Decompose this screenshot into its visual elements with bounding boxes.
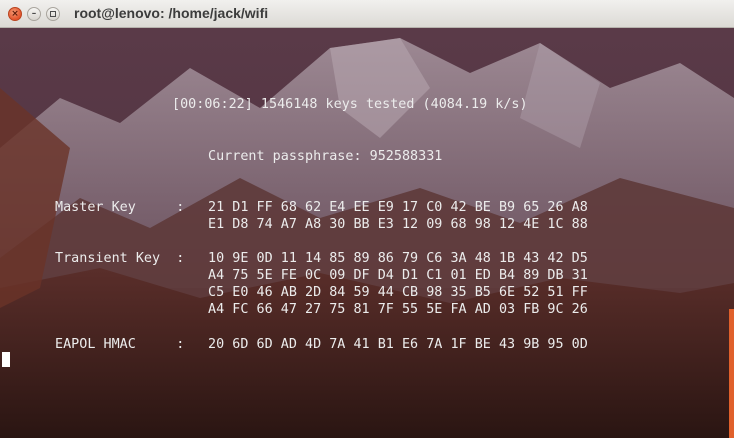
terminal-window: × – root@lenovo: /home/jack/wifi [00:06:… [0, 0, 734, 438]
scrollbar-thumb[interactable] [729, 309, 734, 438]
mountain-wallpaper [0, 28, 734, 438]
master-key-row: 21 D1 FF 68 62 E4 EE E9 17 C0 42 BE B9 6… [208, 200, 588, 215]
transient-key-row: C5 E0 46 AB 2D 84 59 44 CB 98 35 B5 6E 5… [208, 285, 588, 300]
eapol-hmac-value: 20 6D 6D AD 4D 7A 41 B1 E6 7A 1F BE 43 9… [208, 337, 588, 352]
eapol-hmac-label: EAPOL HMAC : [55, 337, 193, 352]
transient-key-label: Transient Key : [55, 251, 193, 266]
master-key-row: E1 D8 74 A7 A8 30 BB E3 12 09 68 98 12 4… [208, 217, 588, 232]
transient-key-row: A4 FC 66 47 27 75 81 7F 55 5E FA AD 03 F… [208, 302, 588, 317]
minimize-button[interactable]: – [27, 7, 41, 21]
window-title: root@lenovo: /home/jack/wifi [74, 5, 269, 21]
close-icon: × [11, 8, 19, 19]
master-key-label: Master Key : [55, 200, 193, 215]
maximize-icon [50, 11, 56, 17]
current-passphrase: Current passphrase: 952588331 [208, 149, 443, 164]
terminal-output[interactable]: [00:06:22] 1546148 keys tested (4084.19 … [0, 28, 734, 438]
title-bar[interactable]: × – root@lenovo: /home/jack/wifi [0, 0, 734, 28]
terminal-cursor [2, 352, 10, 367]
progress-line: [00:06:22] 1546148 keys tested (4084.19 … [172, 97, 528, 112]
close-button[interactable]: × [8, 7, 22, 21]
maximize-button[interactable] [46, 7, 60, 21]
transient-key-row: A4 75 5E FE 0C 09 DF D4 D1 C1 01 ED B4 8… [208, 268, 588, 283]
minimize-icon: – [31, 8, 37, 19]
transient-key-row: 10 9E 0D 11 14 85 89 86 79 C6 3A 48 1B 4… [208, 251, 588, 266]
